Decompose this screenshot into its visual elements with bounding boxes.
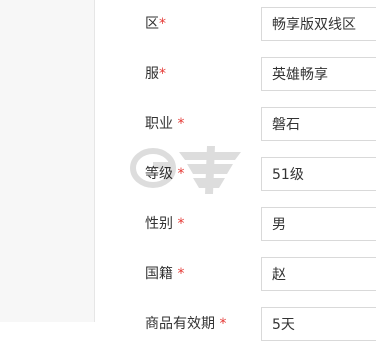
validity-label: 商品有效期 * <box>145 316 227 332</box>
nationality-label: 国籍 * <box>145 266 185 282</box>
required-mark: * <box>159 66 166 82</box>
required-mark: * <box>173 266 185 282</box>
zone-field[interactable]: 畅享版双线区 <box>261 7 376 41</box>
gender-field[interactable]: 男 <box>261 207 376 241</box>
gender-label: 性别 * <box>145 216 185 232</box>
level-field[interactable]: 51级 <box>261 157 376 191</box>
form-row-zone: 区* 畅享版双线区 <box>0 7 376 41</box>
form-row-class: 职业 * 磐石 <box>0 107 376 141</box>
nationality-field[interactable]: 赵 <box>261 257 376 291</box>
form-row-nationality: 国籍 * 赵 <box>0 257 376 291</box>
form-row-validity: 商品有效期 * 5天 <box>0 307 376 341</box>
zone-label: 区* <box>145 16 166 32</box>
site-logo-watermark-icon <box>130 146 241 194</box>
required-mark: * <box>173 116 185 132</box>
required-mark: * <box>215 316 227 332</box>
required-mark: * <box>159 16 166 32</box>
required-mark: * <box>173 216 185 232</box>
class-field[interactable]: 磐石 <box>261 107 376 141</box>
server-field[interactable]: 英雄畅享 <box>261 57 376 91</box>
form-row-gender: 性别 * 男 <box>0 207 376 241</box>
server-label: 服* <box>145 66 166 82</box>
validity-field[interactable]: 5天 <box>261 307 376 341</box>
class-label: 职业 * <box>145 116 185 132</box>
form-row-server: 服* 英雄畅享 <box>0 57 376 91</box>
